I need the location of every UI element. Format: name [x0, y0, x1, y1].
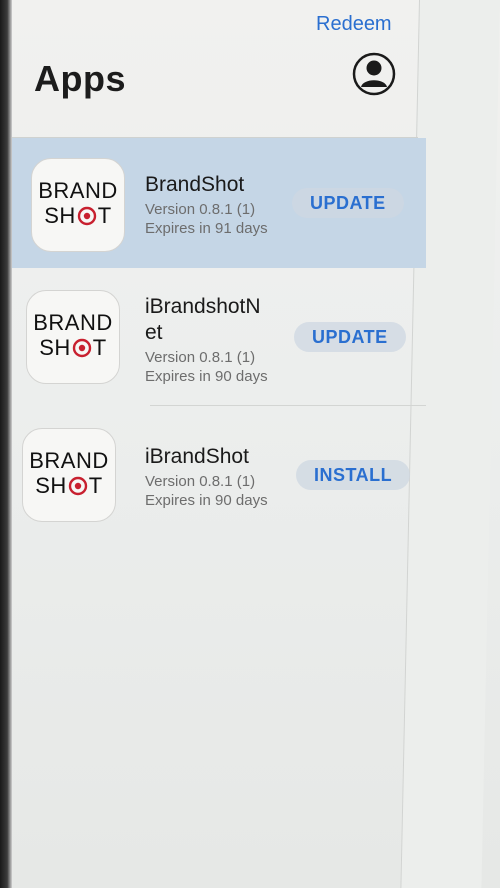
account-button[interactable]	[352, 52, 396, 96]
camera-lens-icon	[77, 206, 96, 226]
app-name: BrandShot	[145, 173, 245, 196]
app-list-screen: Redeem Apps BRAND SH T BrandShot Version …	[0, 0, 500, 888]
list-item-ibrandshotnet[interactable]: BRAND SH T iBrandshotN et Version 0.8.1 (…	[12, 268, 426, 406]
app-name-continued: et	[145, 321, 163, 344]
app-icon-brandshot: BRAND SH T	[31, 158, 125, 252]
update-button[interactable]: UPDATE	[294, 322, 406, 352]
app-version: Version 0.8.1 (1)	[145, 349, 256, 366]
app-icon-ibrandshotnet: BRAND SH T	[26, 290, 120, 384]
person-circle-icon	[352, 52, 396, 96]
app-expiry: Expires in 90 days	[145, 368, 268, 385]
list-item-ibrandshot[interactable]: BRAND SH T iBrandShot Version 0.8.1 (1) E…	[12, 406, 426, 536]
app-expiry: Expires in 91 days	[145, 220, 268, 237]
app-icon-wordmark-top: BRAND	[29, 448, 109, 473]
page-title: Apps	[34, 58, 126, 99]
app-icon-ibrandshot: BRAND SH T	[22, 428, 116, 522]
camera-lens-icon	[68, 476, 87, 496]
device-bezel	[0, 0, 12, 888]
app-version: Version 0.8.1 (1)	[145, 201, 256, 218]
app-icon-wordmark-bottom: SH T	[35, 473, 103, 499]
app-icon-wordmark-bottom: SH T	[39, 335, 107, 361]
list-item-brandshot[interactable]: BRAND SH T BrandShot Version 0.8.1 (1) Ex…	[12, 138, 426, 268]
update-button[interactable]: UPDATE	[292, 188, 404, 218]
app-icon-wordmark-top: BRAND	[38, 178, 118, 203]
app-name: iBrandshotN	[145, 295, 261, 318]
app-version: Version 0.8.1 (1)	[145, 473, 256, 490]
install-button[interactable]: INSTALL	[296, 460, 411, 490]
camera-lens-icon	[72, 338, 91, 358]
app-icon-wordmark-top: BRAND	[33, 310, 113, 335]
app-name: iBrandShot	[145, 445, 249, 468]
app-expiry: Expires in 90 days	[145, 492, 268, 509]
redeem-button[interactable]: Redeem	[316, 13, 392, 36]
app-icon-wordmark-bottom: SH T	[44, 203, 112, 229]
